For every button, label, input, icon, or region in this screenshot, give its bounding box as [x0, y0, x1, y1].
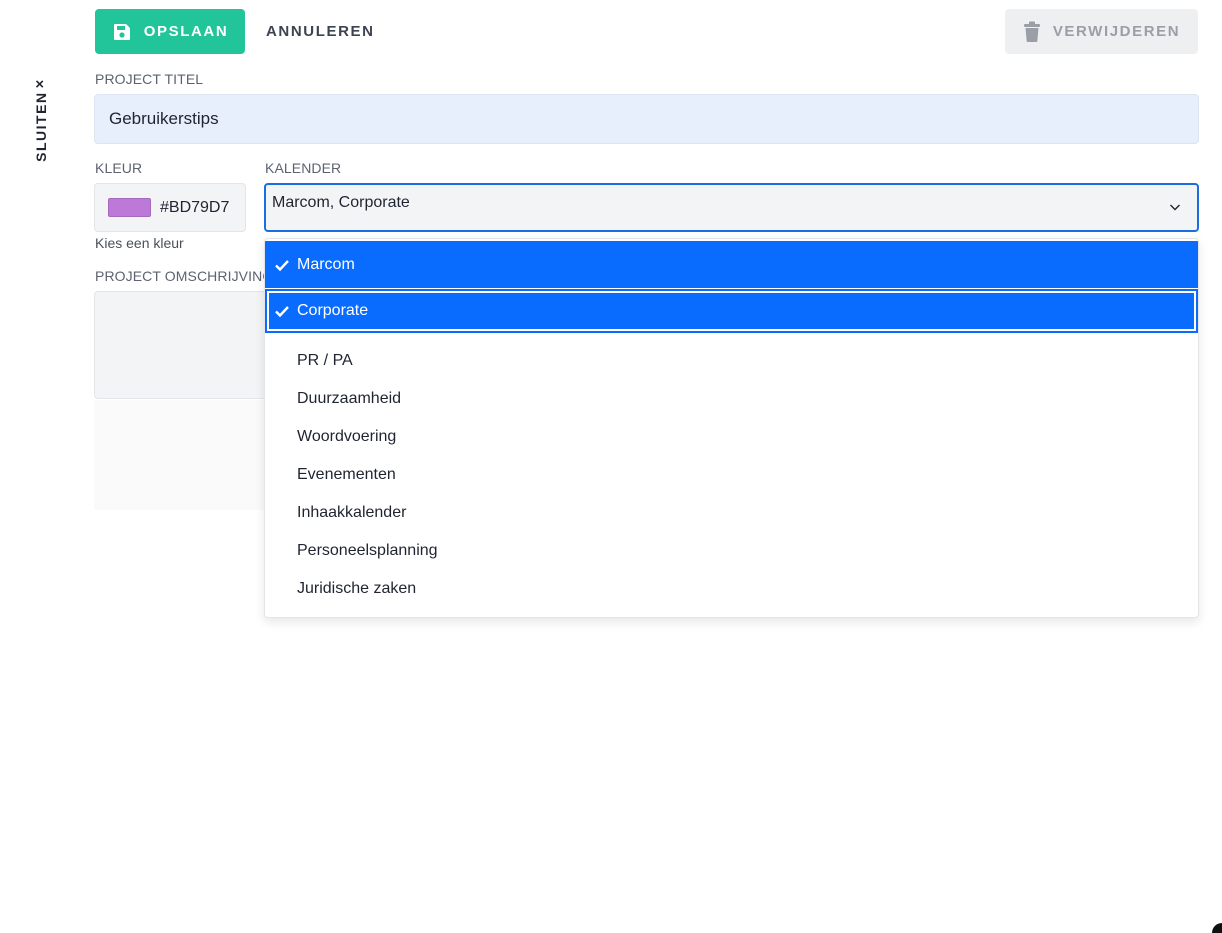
window-corner [1212, 923, 1222, 933]
save-label: OPSLAAN [143, 23, 229, 40]
calendar-option-duurzaamheid[interactable]: Duurzaamheid [265, 380, 1198, 418]
close-label: SLUITEN [32, 90, 48, 162]
calendar-dropdown-list: Marcom Corporate PR / PA Duurzaamheid Wo… [264, 238, 1199, 618]
save-icon [113, 23, 130, 40]
close-sidebar-button[interactable]: SLUITEN × [26, 70, 54, 170]
color-label: KLEUR [95, 160, 143, 176]
title-label: PROJECT TITEL [95, 71, 204, 87]
option-label: Evenementen [297, 466, 396, 483]
close-icon: × [34, 75, 46, 93]
cancel-button[interactable]: ANNULEREN [255, 9, 386, 54]
calendar-select[interactable]: Marcom, Corporate [264, 183, 1199, 232]
calendar-option-woordvoering[interactable]: Woordvoering [265, 418, 1198, 456]
calendar-option-juridische-zaken[interactable]: Juridische zaken [265, 570, 1198, 608]
calendar-option-evenementen[interactable]: Evenementen [265, 456, 1198, 494]
color-hint: Kies een kleur [95, 235, 184, 251]
delete-button[interactable]: VERWIJDEREN [1005, 9, 1198, 54]
option-label: PR / PA [297, 352, 353, 369]
color-value: #BD79D7 [160, 198, 230, 216]
check-icon [275, 306, 289, 318]
option-label: Inhaakkalender [297, 504, 407, 521]
calendar-option-inhaakkalender[interactable]: Inhaakkalender [265, 494, 1198, 532]
calendar-option-personeelsplanning[interactable]: Personeelsplanning [265, 532, 1198, 570]
trash-icon [1023, 21, 1040, 42]
calendar-value: Marcom, Corporate [272, 194, 410, 211]
save-button[interactable]: OPSLAAN [95, 9, 245, 54]
cancel-label: ANNULEREN [266, 23, 375, 40]
delete-label: VERWIJDEREN [1052, 23, 1181, 40]
option-label: Personeelsplanning [297, 542, 438, 559]
check-icon [275, 259, 289, 271]
calendar-option-marcom[interactable]: Marcom [265, 241, 1198, 288]
option-label: Corporate [297, 302, 369, 319]
title-value: Gebruikerstips [109, 109, 219, 128]
description-resize-area [94, 400, 264, 510]
calendar-option-pr-pa[interactable]: PR / PA [265, 342, 1198, 380]
option-label: Juridische zaken [297, 580, 417, 597]
option-label: Marcom [297, 255, 355, 273]
option-label: Duurzaamheid [297, 390, 402, 407]
description-label: PROJECT OMSCHRIJVING [95, 268, 274, 284]
color-swatch [108, 198, 151, 217]
color-picker[interactable]: #BD79D7 [94, 183, 246, 232]
calendar-option-corporate[interactable]: Corporate [265, 289, 1198, 333]
title-input[interactable]: Gebruikerstips [94, 94, 1199, 144]
calendar-label: KALENDER [265, 160, 342, 176]
chevron-down-icon [1170, 204, 1180, 211]
option-label: Woordvoering [297, 428, 397, 445]
